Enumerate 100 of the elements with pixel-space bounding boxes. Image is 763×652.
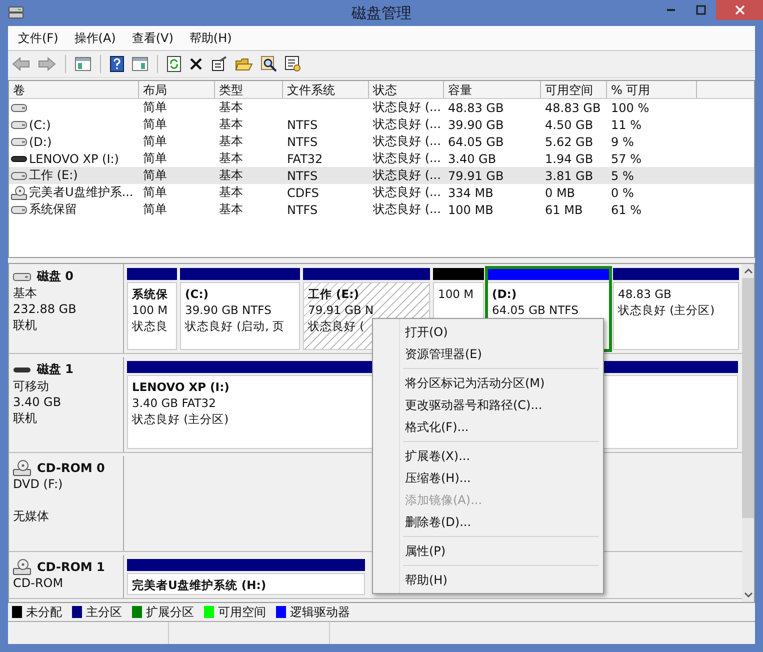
disk-drive-icon	[8, 4, 24, 20]
partition-title: LENOVO XP (I:)	[132, 379, 230, 395]
back-button[interactable]	[10, 56, 32, 72]
partition-detail: 100 M	[132, 302, 168, 318]
table-cell: 状态良好 (...	[373, 167, 441, 184]
table-row[interactable]: (D:) 简单 基本 NTFS 状态良好 (... 64.05 GB 5.62 GB 9 %	[9, 133, 754, 150]
table-cell: 状态良好 (...	[373, 150, 441, 167]
table-cell: 基本	[219, 150, 243, 167]
vertical-scrollbar[interactable]	[742, 264, 754, 602]
minimize-icon	[667, 9, 675, 11]
disk-type: 基本	[13, 285, 38, 301]
partition-detail: 100 M	[438, 286, 474, 302]
close-button[interactable]	[716, 0, 763, 20]
table-cell: 状态良好 (...	[373, 99, 441, 116]
menu-item[interactable]: 文件(F)	[12, 28, 64, 48]
table-row[interactable]: (C:) 简单 基本 NTFS 状态良好 (... 39.90 GB 4.50 GB 11 %	[9, 116, 754, 133]
menu-item[interactable]: 查看(V)	[126, 28, 180, 48]
refresh-icon	[167, 56, 181, 72]
table-cell: 48.83 GB	[545, 100, 601, 114]
table-cell: 1.94 GB	[545, 152, 594, 166]
disk-type: 可移动	[13, 378, 50, 394]
partition-detail: 状态良好 (主分区)	[618, 302, 715, 318]
table-cell: 基本	[219, 133, 243, 150]
help-icon	[110, 56, 124, 72]
delete-button[interactable]	[187, 56, 205, 72]
column-header[interactable]: % 可用	[607, 81, 697, 98]
table-row[interactable]: 简单 基本 状态良好 (... 48.83 GB 48.83 GB 100 %	[9, 99, 754, 116]
refresh-button[interactable]	[165, 55, 183, 73]
cd-drive-icon	[13, 460, 31, 476]
action-pane-button[interactable]	[130, 56, 150, 72]
cd-drive-icon	[13, 559, 31, 575]
table-cell: 简单	[143, 150, 167, 167]
table-cell: 61 MB	[545, 202, 583, 216]
console-tree-button[interactable]	[73, 56, 93, 72]
help-button[interactable]	[108, 55, 126, 73]
panel-icon	[132, 57, 148, 71]
disk-status: 联机	[13, 317, 38, 333]
table-cell: 简单	[143, 201, 167, 218]
context-menu-item[interactable]: 属性(P)	[375, 540, 601, 562]
disk-type: CD-ROM	[13, 575, 64, 591]
table-row[interactable]: LENOVO XP (I:) 简单 基本 FAT32 状态良好 (... 3.40 GB 1.94 GB 57 %	[9, 150, 754, 167]
table-row[interactable]: 系统保留 简单 基本 NTFS 状态良好 (... 100 MB 61 MB 61 %	[9, 201, 754, 218]
scrollbar-thumb[interactable]	[742, 278, 754, 518]
column-header[interactable]: 状态	[369, 81, 444, 98]
table-cell: 11 %	[611, 118, 642, 132]
context-menu-item[interactable]: 帮助(H)	[375, 569, 601, 591]
context-menu-item[interactable]: 更改驱动器号和路径(C)...	[375, 394, 601, 416]
table-cell: 简单	[143, 116, 167, 133]
cd-drive-icon	[11, 186, 27, 200]
column-header[interactable]: 布局	[139, 81, 215, 98]
menu-item[interactable]: 帮助(H)	[183, 28, 238, 48]
table-cell: 状态良好 (...	[373, 133, 441, 150]
legend-label: 扩展分区	[146, 604, 194, 620]
context-menu-item[interactable]: 删除卷(D)...	[375, 511, 601, 533]
context-menu-item[interactable]: 将分区标记为活动分区(M)	[375, 372, 601, 394]
disk-size: 3.40 GB	[13, 394, 62, 410]
legend-label: 逻辑驱动器	[290, 604, 350, 620]
properties-button[interactable]	[209, 55, 229, 73]
table-cell: 状态良好 (...	[373, 184, 441, 201]
table-cell: CDFS	[287, 186, 319, 200]
properties-icon	[211, 56, 227, 72]
forward-button[interactable]	[36, 56, 58, 72]
table-cell: 基本	[219, 116, 243, 133]
context-menu-item[interactable]: 格式化(F)...	[375, 416, 601, 438]
forward-arrow-icon	[38, 57, 56, 71]
partition-title: (C:)	[185, 286, 209, 302]
table-cell: 64.05 GB	[448, 134, 504, 148]
table-cell: FAT32	[287, 152, 323, 166]
menu-item[interactable]: 操作(A)	[68, 28, 122, 48]
disk-size: 232.88 GB	[13, 301, 78, 317]
back-arrow-icon	[12, 57, 30, 71]
column-header[interactable]: 文件系统	[283, 81, 369, 98]
column-header[interactable]: 卷	[9, 81, 139, 98]
search-button[interactable]	[259, 55, 279, 73]
table-cell: 0 MB	[545, 186, 576, 200]
column-header[interactable]: 类型	[215, 81, 283, 98]
table-cell: NTFS	[287, 168, 318, 182]
table-cell: 48.83 GB	[448, 100, 504, 114]
table-cell: 基本	[219, 99, 243, 116]
volume-name: 工作 (E:)	[29, 167, 78, 184]
partition-detail: 状态良好 (	[308, 318, 364, 334]
legend-label: 主分区	[86, 604, 122, 620]
open-folder-button[interactable]	[233, 56, 255, 72]
context-menu-item[interactable]: 压缩卷(H)...	[375, 467, 601, 489]
table-cell: 57 %	[611, 152, 642, 166]
panel-icon	[75, 57, 91, 71]
table-cell: NTFS	[287, 202, 318, 216]
column-header[interactable]: 可用空间	[541, 81, 607, 98]
table-cell: 基本	[219, 201, 243, 218]
table-row[interactable]: 工作 (E:) 简单 基本 NTFS 状态良好 (... 79.91 GB 3.81 GB 5 %	[9, 167, 754, 184]
column-header[interactable]: 容量	[444, 81, 541, 98]
scroll-up-icon	[744, 268, 752, 274]
partition-detail: 状态良好 (启动, 页	[185, 318, 284, 334]
disk-name: 磁盘 1	[37, 361, 74, 378]
table-cell: 9 %	[611, 134, 634, 148]
table-cell: 简单	[143, 133, 167, 150]
search-icon	[261, 56, 277, 72]
table-row[interactable]: 完美者U盘维护系... 简单 基本 CDFS 状态良好 (... 334 MB 0 MB 0 %	[9, 184, 754, 201]
table-cell: 4.50 GB	[545, 118, 594, 132]
legend-label: 未分配	[26, 604, 62, 620]
